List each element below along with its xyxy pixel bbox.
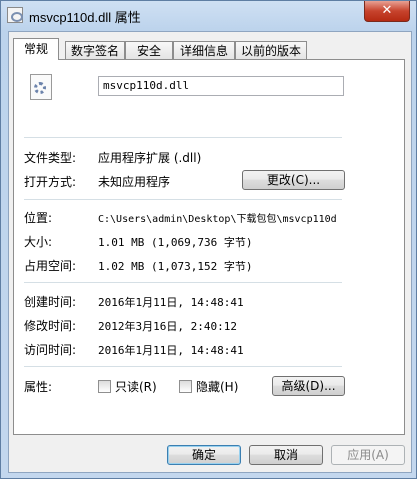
separator <box>24 282 342 283</box>
tab-previous-versions[interactable]: 以前的版本 <box>235 41 307 59</box>
opens-with-value: 未知应用程序 <box>98 175 171 189</box>
opens-with-label: 打开方式: <box>24 175 77 189</box>
file-type-label: 文件类型: <box>24 151 77 165</box>
location-value: C:\Users\admin\Desktop\下载包包\msvcp110d <box>98 214 337 225</box>
hidden-label[interactable]: 隐藏(H) <box>196 378 238 395</box>
created-label: 创建时间: <box>24 295 77 309</box>
close-button[interactable]: ✕ <box>364 1 410 22</box>
attributes-label: 属性: <box>24 380 53 394</box>
dll-file-icon <box>7 7 23 23</box>
properties-window: msvcp110d.dll 属性 ✕ 常规 数字签名 安全 详细信息 以前的版本… <box>0 0 417 479</box>
ok-button[interactable]: 确定 <box>167 445 241 465</box>
title-bar: msvcp110d.dll 属性 ✕ <box>1 1 416 31</box>
separator <box>24 366 342 367</box>
accessed-label: 访问时间: <box>24 343 77 357</box>
gear-icon <box>34 82 46 94</box>
tab-security[interactable]: 安全 <box>125 41 173 59</box>
tab-details[interactable]: 详细信息 <box>173 41 235 59</box>
separator <box>24 137 342 138</box>
dialog-client: 常规 数字签名 安全 详细信息 以前的版本 msvcp110d.dll 文件类型… <box>8 31 412 473</box>
size-on-disk-label: 占用空间: <box>24 259 77 273</box>
close-icon: ✕ <box>381 3 393 18</box>
general-panel: msvcp110d.dll 文件类型: 应用程序扩展 (.dll) 打开方式: … <box>13 59 405 435</box>
created-value: 2016年1月11日, 14:48:41 <box>98 296 244 309</box>
file-type-value: 应用程序扩展 (.dll) <box>98 151 202 165</box>
change-button[interactable]: 更改(C)... <box>242 170 345 190</box>
readonly-checkbox[interactable] <box>98 380 111 393</box>
tab-general[interactable]: 常规 <box>13 38 59 60</box>
modified-value: 2012年3月16日, 2:40:12 <box>98 320 237 333</box>
cancel-button[interactable]: 取消 <box>249 445 323 465</box>
size-label: 大小: <box>24 235 53 249</box>
size-value: 1.01 MB (1,069,736 字节) <box>98 236 253 249</box>
location-label: 位置: <box>24 211 53 225</box>
file-name-field[interactable]: msvcp110d.dll <box>98 76 344 96</box>
window-title: msvcp110d.dll 属性 <box>29 10 141 25</box>
modified-label: 修改时间: <box>24 319 77 333</box>
readonly-label[interactable]: 只读(R) <box>115 378 157 395</box>
size-on-disk-value: 1.02 MB (1,073,152 字节) <box>98 260 253 273</box>
hidden-checkbox[interactable] <box>179 380 192 393</box>
file-type-icon <box>30 74 52 100</box>
tab-digital-signatures[interactable]: 数字签名 <box>65 41 125 59</box>
advanced-button[interactable]: 高级(D)... <box>272 376 345 396</box>
accessed-value: 2016年1月11日, 14:48:41 <box>98 344 244 357</box>
apply-button[interactable]: 应用(A) <box>331 445 405 465</box>
separator <box>24 199 342 200</box>
